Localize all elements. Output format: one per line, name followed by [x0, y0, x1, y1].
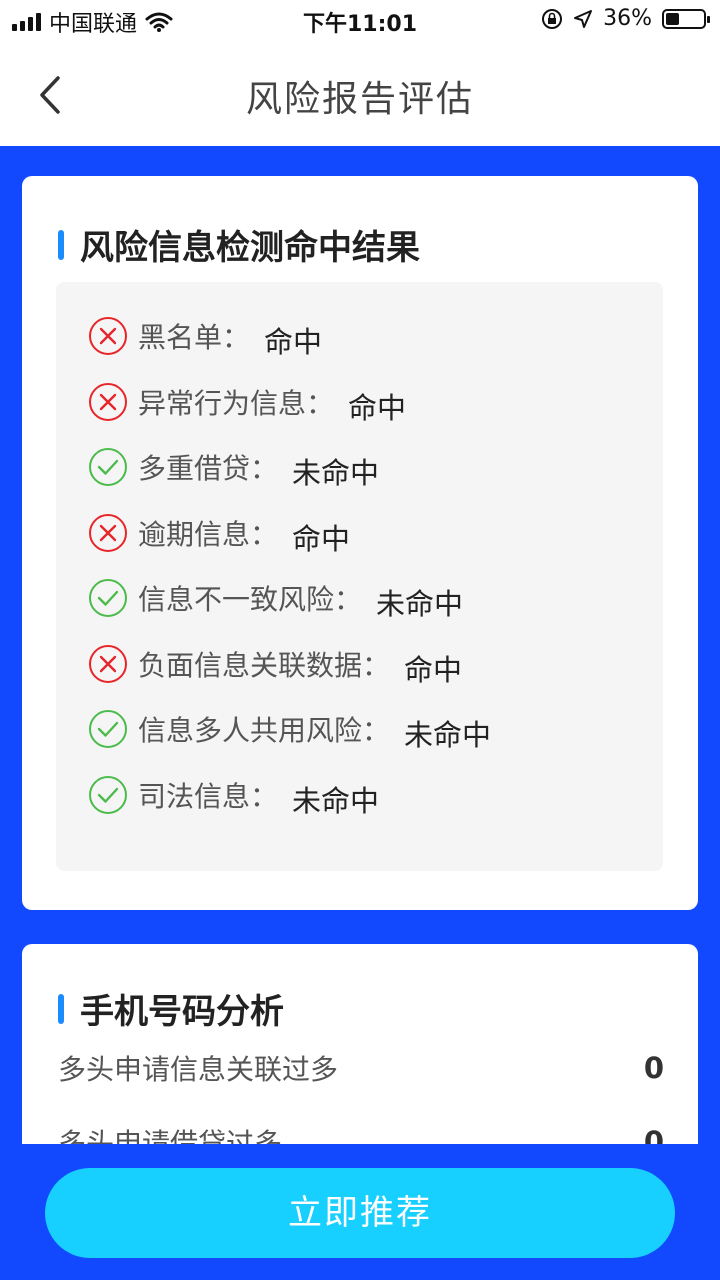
- risk-item-value: 命中: [348, 390, 407, 425]
- analysis-value: 0: [643, 1051, 664, 1085]
- risk-result-row: 异常行为信息： 命中: [88, 380, 407, 425]
- risk-item-value: 命中: [292, 521, 351, 556]
- risk-item-value: 未命中: [376, 587, 464, 621]
- analysis-row: 多头申请信息关联过多 0: [58, 1048, 664, 1088]
- check-circle-icon: [89, 775, 127, 814]
- risk-section-title: 风险信息检测命中结果: [80, 228, 420, 268]
- title-accent-bar: [58, 993, 64, 1024]
- risk-item-label: 逾期信息：: [138, 517, 279, 551]
- orientation-lock-icon: [542, 8, 563, 29]
- risk-result-row: 黑名单： 命中: [88, 314, 323, 359]
- risk-item-value: 未命中: [292, 783, 380, 818]
- status-right: 36%: [541, 6, 710, 31]
- phone-section-heading: 手机号码分析: [58, 984, 284, 1033]
- risk-item-label: 多重借贷：: [138, 452, 279, 485]
- risk-item-label: 信息多人共用风险：: [138, 714, 391, 747]
- risk-item-label: 异常行为信息：: [138, 386, 335, 420]
- risk-item-label: 负面信息关联数据：: [138, 648, 391, 682]
- title-accent-bar: [58, 229, 64, 260]
- risk-result-row: 司法信息： 未命中: [88, 773, 380, 818]
- risk-item-label: 司法信息：: [138, 779, 279, 813]
- analysis-label: 多头申请信息关联过多: [58, 1053, 339, 1086]
- risk-result-row: 多重借贷： 未命中: [88, 445, 380, 490]
- status-bar: 中国联通 下午11:01 36%: [0, 0, 720, 40]
- risk-result-row: 负面信息关联数据： 命中: [88, 642, 463, 687]
- check-circle-icon: [89, 448, 127, 486]
- bottom-bar: 立即推荐: [0, 1144, 720, 1280]
- risk-result-row: 逾期信息： 命中: [88, 511, 351, 556]
- x-circle-icon: [89, 382, 127, 421]
- battery-icon: [662, 8, 710, 29]
- x-circle-icon: [89, 644, 127, 683]
- content-area[interactable]: 风险信息检测命中结果 黑名单： 命中 异常行为信息： 命中 多重借贷： 未命中 逾期信息：命…: [0, 146, 720, 1280]
- risk-result-list: 黑名单： 命中 异常行为信息： 命中 多重借贷： 未命中 逾期信息： 命中 信息不一致风险： 未命…: [56, 282, 663, 871]
- battery-percent: 36%: [603, 6, 652, 31]
- x-circle-icon: [89, 317, 127, 355]
- page-title: 风险报告评估: [245, 79, 474, 120]
- risk-item-value: 未命中: [292, 456, 380, 490]
- risk-result-card: 风险信息检测命中结果 黑名单： 命中 异常行为信息： 命中 多重借贷： 未命中 逾期信息：命…: [22, 176, 698, 910]
- battery-level-fill: [666, 12, 679, 25]
- risk-item-value: 命中: [404, 652, 463, 687]
- recommend-now-button[interactable]: 立即推荐: [45, 1168, 675, 1258]
- nav-bar: 风险报告评估: [0, 40, 720, 146]
- x-circle-icon: [89, 513, 127, 552]
- risk-item-value: 命中: [264, 325, 323, 359]
- risk-result-row: 信息多人共用风险： 未命中: [88, 707, 492, 752]
- check-circle-icon: [89, 579, 127, 617]
- check-circle-icon: [89, 710, 127, 748]
- risk-item-label: 信息不一致风险：: [138, 583, 363, 616]
- risk-item-label: 黑名单：: [138, 321, 251, 354]
- risk-section-heading: 风险信息检测命中结果: [58, 220, 420, 269]
- risk-item-value: 未命中: [404, 718, 492, 752]
- location-arrow-icon: [574, 9, 593, 28]
- phone-section-title: 手机号码分析: [80, 992, 284, 1032]
- risk-result-row: 信息不一致风险： 未命中: [88, 576, 464, 621]
